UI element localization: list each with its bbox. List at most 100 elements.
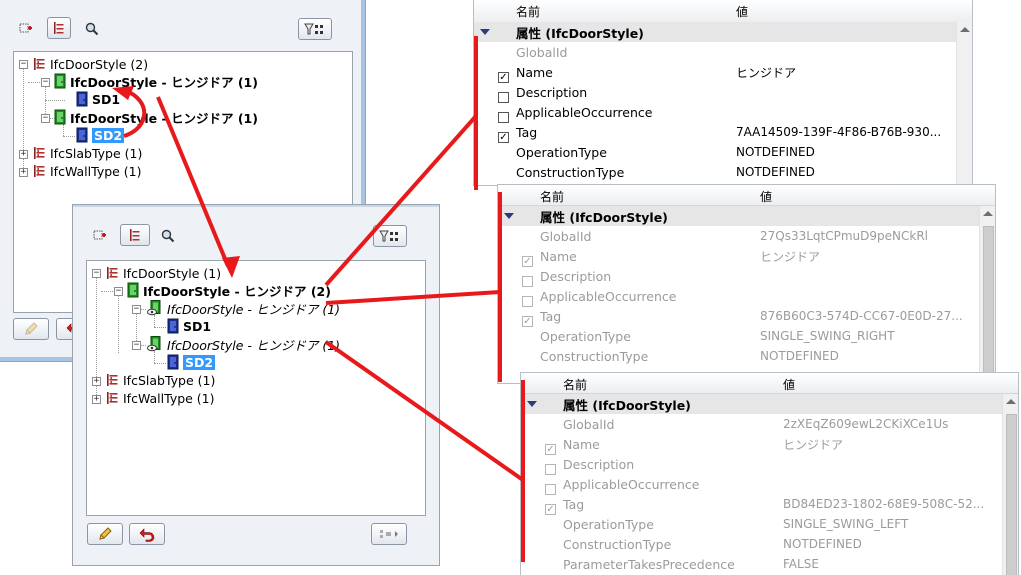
- collapse-triangle-icon[interactable]: [504, 213, 514, 219]
- property-name: Description: [540, 268, 612, 284]
- property-value[interactable]: NOTDEFINED: [760, 346, 839, 366]
- tree-node-label: IfcDoorStyle (2): [50, 56, 149, 72]
- add-filter-icon: [19, 22, 33, 36]
- property-value[interactable]: ヒンジドア: [736, 62, 796, 82]
- tree-node[interactable]: IfcDoorStyle (1): [105, 264, 221, 282]
- property-value[interactable]: NOTDEFINED: [736, 162, 815, 182]
- door-style-icon: [54, 73, 66, 89]
- collapse-toggle[interactable]: −: [132, 305, 141, 314]
- scrollbar[interactable]: [956, 22, 972, 185]
- add-filter-button[interactable]: [88, 225, 112, 247]
- checkbox-checked[interactable]: ✓: [545, 504, 556, 515]
- property-value[interactable]: ヒンジドア: [760, 246, 820, 266]
- type-icon: [32, 57, 46, 71]
- filter-button[interactable]: [373, 225, 407, 247]
- property-value[interactable]: SINGLE_SWING_LEFT: [783, 514, 908, 534]
- tree-view[interactable]: − IfcDoorStyle (1) − IfcDoorStyle - ヒンジド…: [86, 260, 426, 516]
- undo-button[interactable]: [129, 523, 165, 545]
- tree-node[interactable]: IfcDoorStyle - ヒンジドア (1): [147, 299, 340, 317]
- filter-button[interactable]: [298, 18, 332, 40]
- property-value[interactable]: FALSE: [783, 554, 819, 574]
- tree-node[interactable]: IfcWallType (1): [105, 389, 215, 407]
- checkbox-checked[interactable]: ✓: [522, 256, 533, 267]
- collapse-toggle[interactable]: −: [132, 341, 141, 350]
- tree-node-selected[interactable]: SD2: [76, 126, 125, 144]
- tree-node[interactable]: IfcWallType (1): [32, 162, 142, 180]
- checkbox-unchecked[interactable]: [522, 296, 533, 307]
- property-value[interactable]: NOTDEFINED: [736, 142, 815, 162]
- property-name: Tag: [516, 124, 538, 140]
- property-grid-3: 名前 値 属性 (IfcDoorStyle) GlobalId 2zXEqZ609…: [520, 372, 1019, 575]
- collapse-toggle[interactable]: −: [92, 269, 101, 278]
- property-name: ApplicableOccurrence: [563, 476, 700, 492]
- property-name: OperationType: [516, 144, 607, 160]
- more-actions-button[interactable]: [371, 523, 407, 545]
- property-name: Name: [540, 248, 577, 264]
- checkbox-unchecked[interactable]: [545, 464, 556, 475]
- tree-node[interactable]: SD1: [76, 90, 120, 108]
- property-value[interactable]: 27Qs33LqtCPmuD9peNCkRl: [760, 226, 928, 246]
- scrollbar[interactable]: [1002, 394, 1018, 575]
- property-value[interactable]: SINGLE_SWING_RIGHT: [760, 326, 895, 346]
- property-value[interactable]: 876B60C3-574D-CC67-0E0D-27...: [760, 306, 963, 326]
- type-icon: [105, 391, 119, 405]
- checkbox-unchecked[interactable]: [498, 112, 509, 123]
- category-row[interactable]: 属性 (IfcDoorStyle): [474, 22, 956, 42]
- door-icon: [76, 127, 88, 143]
- checkbox-checked[interactable]: ✓: [522, 316, 533, 327]
- tree-node[interactable]: SD1: [167, 317, 211, 335]
- property-value[interactable]: ヒンジドア: [783, 434, 843, 454]
- search-button[interactable]: [156, 225, 180, 247]
- expand-toggle[interactable]: +: [19, 168, 28, 177]
- collapse-triangle-icon[interactable]: [480, 29, 490, 35]
- property-name: Tag: [540, 308, 562, 324]
- tree-node[interactable]: IfcDoorStyle - ヒンジドア (1): [54, 108, 258, 126]
- category-row[interactable]: 属性 (IfcDoorStyle): [498, 206, 979, 226]
- collapse-toggle[interactable]: −: [19, 60, 28, 69]
- collapse-triangle-icon[interactable]: [527, 401, 537, 407]
- property-grid-2: 名前 値 属性 (IfcDoorStyle) GlobalId 27Qs33Lqt…: [497, 184, 996, 384]
- add-filter-button[interactable]: [14, 18, 38, 40]
- property-name: OperationType: [540, 328, 631, 344]
- checkbox-unchecked[interactable]: [498, 92, 509, 103]
- tree-node-label: IfcDoorStyle - ヒンジドア (1): [70, 110, 258, 126]
- property-value[interactable]: 2zXEqZ609ewL2CKiXCe1Us: [783, 414, 948, 434]
- grid-header: 名前 値: [498, 185, 995, 206]
- tree-node[interactable]: IfcDoorStyle - ヒンジドア (1): [147, 335, 340, 353]
- property-value[interactable]: BD84ED23-1802-68E9-508C-52...: [783, 494, 984, 514]
- property-name: GlobalId: [563, 416, 615, 432]
- tree-node[interactable]: IfcSlabType (1): [32, 144, 142, 162]
- category-row[interactable]: 属性 (IfcDoorStyle): [521, 394, 1002, 414]
- tree-panel-main: − IfcDoorStyle (1) − IfcDoorStyle - ヒンジド…: [72, 204, 440, 566]
- checkbox-checked[interactable]: ✓: [545, 444, 556, 455]
- tree-node[interactable]: IfcDoorStyle - ヒンジドア (1): [54, 72, 258, 90]
- tree-node-selected[interactable]: SD2: [167, 353, 216, 371]
- scrollbar[interactable]: [979, 206, 995, 383]
- tree-node-label: IfcDoorStyle - ヒンジドア (1): [167, 301, 341, 317]
- tree-node[interactable]: IfcDoorStyle - ヒンジドア (2): [127, 281, 331, 299]
- tree-view-button[interactable]: [47, 17, 71, 39]
- collapse-toggle[interactable]: −: [41, 114, 50, 123]
- property-value[interactable]: 7AA14509-139F-4F86-B76B-930...: [736, 122, 941, 142]
- edit-button[interactable]: [87, 523, 123, 545]
- search-button[interactable]: [80, 18, 104, 40]
- category-label: 属性 (IfcDoorStyle): [516, 25, 644, 41]
- tree-node[interactable]: IfcSlabType (1): [105, 371, 215, 389]
- expand-toggle[interactable]: +: [19, 150, 28, 159]
- checkbox-checked[interactable]: ✓: [498, 132, 509, 143]
- expand-toggle[interactable]: +: [92, 377, 101, 386]
- checkbox-unchecked[interactable]: [522, 276, 533, 287]
- tree-node-label: IfcDoorStyle (1): [123, 265, 222, 281]
- type-icon: [32, 164, 46, 178]
- collapse-toggle[interactable]: −: [41, 78, 50, 87]
- edit-button[interactable]: [13, 318, 49, 340]
- checkbox-checked[interactable]: ✓: [498, 72, 509, 83]
- tree-view-button[interactable]: [120, 224, 150, 246]
- property-value[interactable]: NOTDEFINED: [783, 534, 862, 554]
- tree-node-label: IfcDoorStyle - ヒンジドア (1): [70, 74, 258, 90]
- checkbox-unchecked[interactable]: [545, 484, 556, 495]
- tree-node[interactable]: IfcDoorStyle (2): [32, 55, 148, 73]
- collapse-toggle[interactable]: −: [114, 287, 123, 296]
- expand-toggle[interactable]: +: [92, 395, 101, 404]
- door-style-occurrence-icon: [147, 336, 163, 352]
